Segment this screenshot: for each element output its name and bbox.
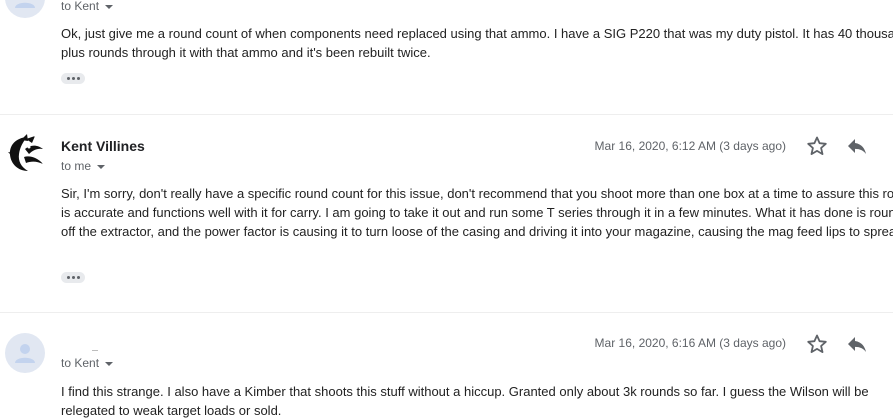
recipient-toggle[interactable]: to Kent bbox=[61, 0, 114, 13]
avatar bbox=[5, 333, 45, 373]
recipient-label: to me bbox=[61, 159, 92, 173]
star-icon[interactable] bbox=[805, 134, 829, 158]
recipient-toggle[interactable]: to Kent bbox=[61, 356, 114, 370]
chevron-down-icon bbox=[105, 361, 114, 366]
message-body: Sir, I'm sorry, don't really have a spec… bbox=[61, 184, 893, 241]
message-1: to Kent Ok, just give me a round count o… bbox=[0, 0, 893, 114]
recipient-toggle[interactable]: to me bbox=[61, 159, 106, 173]
avatar bbox=[5, 134, 45, 174]
star-icon[interactable] bbox=[805, 332, 829, 356]
ellipsis-dot bbox=[76, 276, 80, 279]
recipient-label: to Kent bbox=[61, 356, 100, 370]
sender-name bbox=[92, 350, 98, 351]
message-3: to Kent Mar 16, 2020, 6:16 AM (3 days ag… bbox=[0, 313, 893, 418]
show-trimmed-content-button[interactable] bbox=[61, 73, 85, 84]
message-text: Sir, I'm sorry, don't really have a spec… bbox=[61, 186, 893, 239]
person-icon bbox=[15, 344, 35, 363]
reply-icon[interactable] bbox=[845, 134, 869, 158]
person-icon bbox=[15, 2, 35, 8]
message-date: Mar 16, 2020, 6:12 AM (3 days ago) bbox=[594, 139, 786, 153]
reply-icon[interactable] bbox=[845, 332, 869, 356]
chevron-down-icon bbox=[105, 4, 114, 9]
ellipsis-dot bbox=[66, 77, 70, 80]
ellipsis-dot bbox=[71, 276, 75, 279]
message-text: Ok, just give me a round count of when c… bbox=[61, 26, 893, 60]
chevron-down-icon bbox=[97, 164, 106, 169]
sender-name[interactable]: Kent Villines bbox=[61, 138, 145, 154]
message-text: I find this strange. I also have a Kimbe… bbox=[61, 384, 869, 418]
message-date: Mar 16, 2020, 6:16 AM (3 days ago) bbox=[594, 336, 786, 350]
message-body: Ok, just give me a round count of when c… bbox=[61, 24, 893, 62]
ellipsis-dot bbox=[71, 77, 75, 80]
show-trimmed-content-button[interactable] bbox=[61, 272, 85, 283]
ellipsis-dot bbox=[76, 77, 80, 80]
avatar bbox=[5, 0, 45, 18]
message-2: Kent Villines to me Mar 16, 2020, 6:12 A… bbox=[0, 115, 893, 312]
ellipsis-dot bbox=[66, 276, 70, 279]
recipient-label: to Kent bbox=[61, 0, 100, 13]
avatar-logo bbox=[8, 134, 43, 171]
message-body: I find this strange. I also have a Kimbe… bbox=[61, 382, 881, 420]
